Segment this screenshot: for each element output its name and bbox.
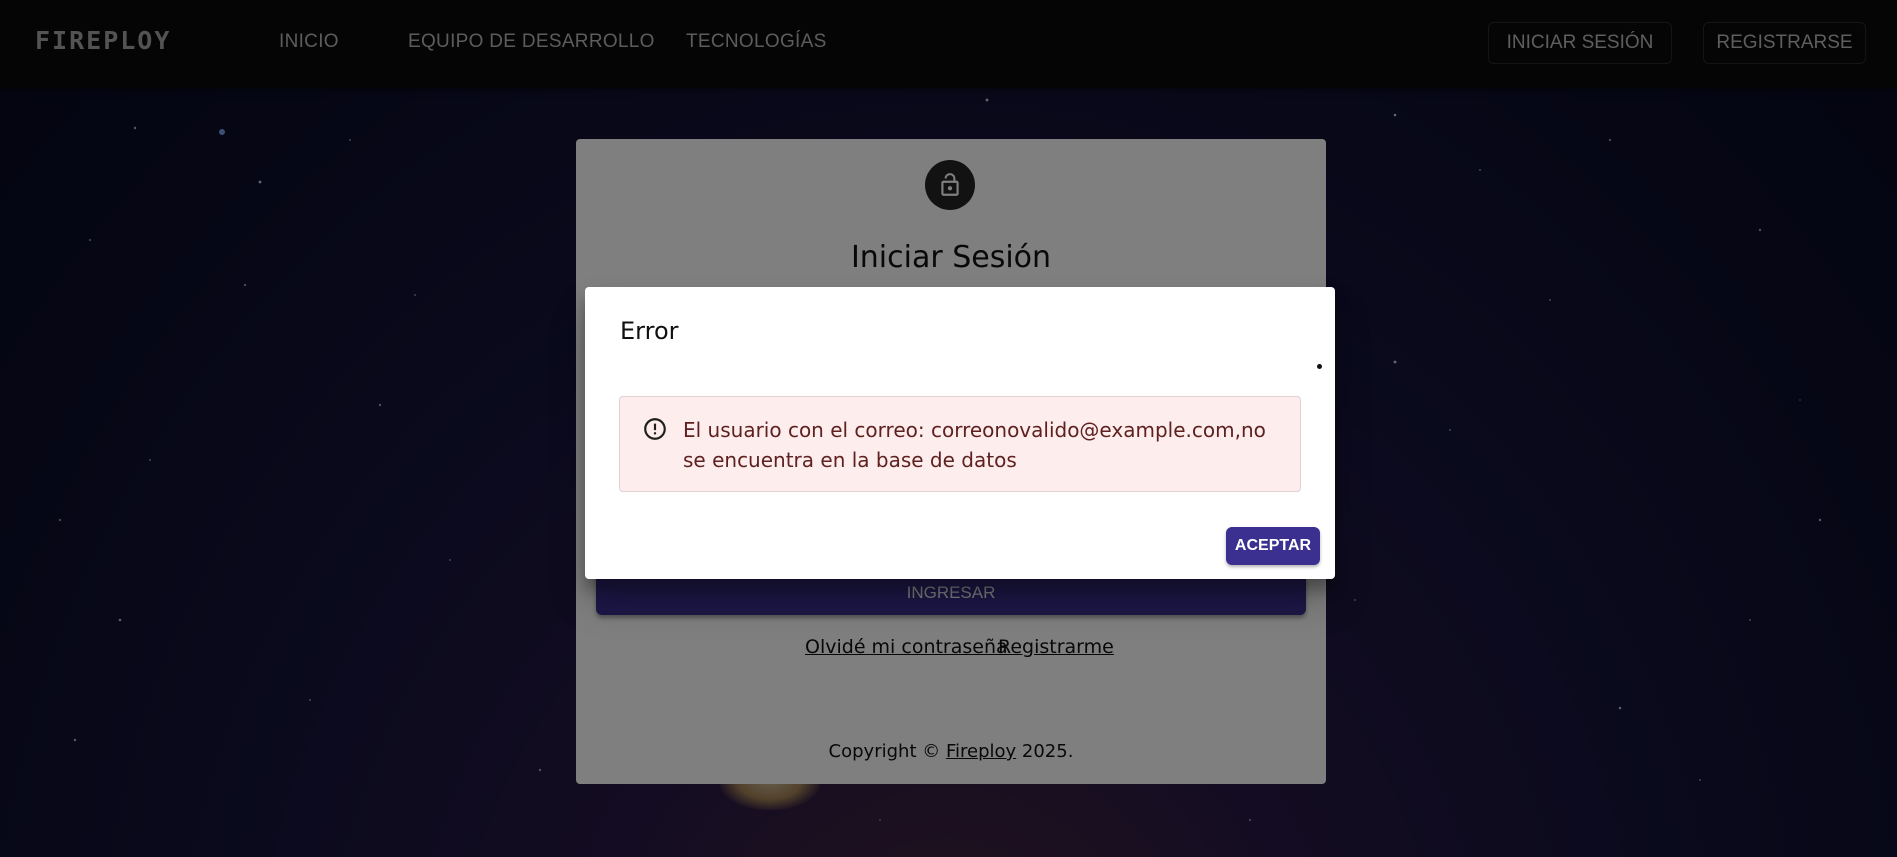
error-alert: El usuario con el correo: correonovalido… (619, 396, 1301, 492)
dialog-title: Error (620, 317, 679, 345)
error-dialog: Error El usuario con el correo: correono… (585, 287, 1335, 579)
accept-button[interactable]: ACEPTAR (1226, 527, 1320, 565)
error-outline-icon (644, 418, 666, 440)
error-message: El usuario con el correo: correonovalido… (683, 418, 1266, 472)
dot-marker (1317, 364, 1322, 369)
